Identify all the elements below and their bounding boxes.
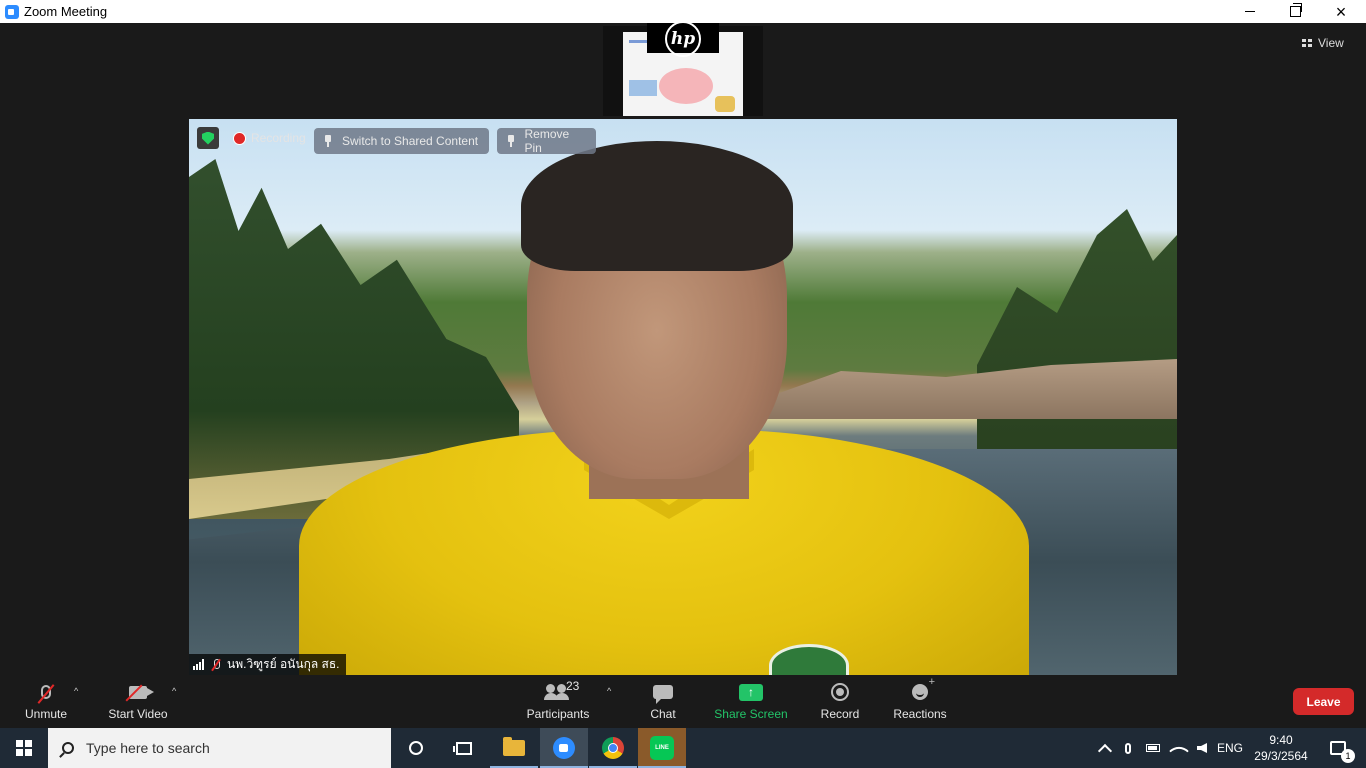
task-view-icon bbox=[453, 741, 472, 755]
recording-indicator: Recording bbox=[233, 131, 306, 145]
start-button[interactable] bbox=[0, 728, 48, 768]
minimize-button[interactable] bbox=[1227, 0, 1273, 23]
cartoon-figure-graphic bbox=[715, 96, 735, 112]
cortana-circle-icon bbox=[409, 741, 423, 755]
taskbar-search-box[interactable]: Type here to search bbox=[48, 728, 391, 768]
notification-icon: 1 bbox=[1330, 741, 1355, 763]
recording-label: Recording bbox=[251, 131, 306, 145]
minimize-icon bbox=[1245, 11, 1255, 12]
share-screen-button[interactable]: ↑ Share Screen bbox=[713, 678, 789, 728]
task-view-button[interactable] bbox=[440, 728, 488, 768]
hp-logo: hp bbox=[665, 21, 701, 57]
line-app-icon: LINE bbox=[650, 736, 674, 760]
record-button[interactable]: Record bbox=[818, 678, 862, 728]
cortana-button[interactable] bbox=[392, 728, 440, 768]
grid-view-icon bbox=[1302, 38, 1312, 48]
search-icon bbox=[62, 742, 74, 754]
clock-date: 29/3/2564 bbox=[1254, 749, 1308, 763]
action-center-button[interactable]: 1 bbox=[1318, 728, 1358, 768]
recording-dot-icon bbox=[233, 131, 246, 145]
hp-logo-overlay: hp bbox=[647, 21, 719, 57]
pin-icon bbox=[324, 135, 332, 147]
view-button[interactable]: View bbox=[1302, 33, 1358, 53]
leave-button[interactable]: Leave bbox=[1293, 688, 1354, 715]
speech-bubble-graphic bbox=[659, 68, 713, 104]
chat-button[interactable]: Chat bbox=[643, 678, 683, 728]
view-label: View bbox=[1318, 36, 1344, 50]
signal-strength-icon bbox=[193, 659, 205, 670]
pin-icon bbox=[507, 135, 515, 147]
line-taskbar-button[interactable]: LINE bbox=[638, 728, 686, 768]
system-clock[interactable]: 9:40 29/3/2564 bbox=[1250, 728, 1312, 768]
microphone-tray-icon[interactable] bbox=[1118, 728, 1138, 768]
remove-pin-button[interactable]: Remove Pin bbox=[497, 127, 596, 155]
close-icon: × bbox=[1335, 1, 1347, 22]
start-video-button[interactable]: Start Video bbox=[106, 678, 170, 728]
restore-icon bbox=[1289, 3, 1302, 17]
volume-muted-tray-icon[interactable] bbox=[1192, 728, 1212, 768]
folder-icon bbox=[503, 737, 525, 756]
chrome-taskbar-button[interactable] bbox=[589, 728, 637, 768]
chevron-up-icon bbox=[1097, 743, 1113, 758]
participant-name-tag: นพ.วิฑูรย์ อนันกุล สธ. bbox=[189, 654, 346, 675]
title-bar: Zoom Meeting × bbox=[0, 0, 1366, 23]
window-title: Zoom Meeting bbox=[24, 4, 108, 19]
chrome-icon bbox=[602, 737, 624, 759]
zoom-taskbar-button[interactable] bbox=[540, 728, 588, 768]
clock-time: 9:40 bbox=[1269, 733, 1293, 747]
meeting-toolbar: Unmute ^ Start Video ^ 23 Participants ^… bbox=[0, 676, 1366, 728]
search-placeholder: Type here to search bbox=[86, 740, 210, 756]
restore-button[interactable] bbox=[1272, 0, 1318, 23]
record-icon bbox=[831, 683, 849, 701]
input-language-indicator[interactable]: ENG bbox=[1214, 728, 1246, 768]
windows-logo-icon bbox=[16, 740, 32, 756]
zoom-icon bbox=[553, 737, 575, 759]
video-off-icon bbox=[129, 685, 154, 699]
participant-name: นพ.วิฑูรย์ อนันกุล สธ. bbox=[227, 657, 340, 671]
reactions-smiley-icon bbox=[912, 676, 935, 700]
participants-count: 23 bbox=[566, 679, 580, 693]
reactions-button[interactable]: Reactions bbox=[892, 676, 948, 728]
muted-mic-icon bbox=[211, 658, 221, 671]
windows-taskbar: Type here to search LINE ENG 9:40 29/3/2… bbox=[0, 728, 1366, 768]
zoom-app-icon bbox=[5, 4, 19, 19]
meeting-area: View hp Recording Switch to Shared Conte… bbox=[0, 21, 1366, 678]
video-options-caret[interactable]: ^ bbox=[172, 686, 180, 696]
notification-count-badge: 1 bbox=[1341, 749, 1355, 763]
switch-to-shared-content-button[interactable]: Switch to Shared Content bbox=[314, 128, 489, 154]
battery-tray-icon[interactable] bbox=[1142, 728, 1164, 768]
close-button[interactable]: × bbox=[1318, 0, 1364, 23]
unmute-button[interactable]: Unmute bbox=[19, 678, 73, 728]
active-speaker-video: Recording Switch to Shared Content Remov… bbox=[189, 119, 1177, 675]
participants-button[interactable]: 23 Participants bbox=[524, 678, 592, 728]
file-explorer-button[interactable] bbox=[490, 728, 538, 768]
chat-icon bbox=[653, 685, 673, 704]
wifi-tray-icon[interactable] bbox=[1168, 728, 1190, 768]
encryption-shield-icon[interactable] bbox=[197, 127, 219, 149]
participants-options-caret[interactable]: ^ bbox=[607, 686, 615, 696]
muted-microphone-icon bbox=[41, 685, 51, 699]
share-screen-icon: ↑ bbox=[739, 683, 763, 701]
show-hidden-icons-button[interactable] bbox=[1094, 728, 1116, 768]
audio-options-caret[interactable]: ^ bbox=[74, 686, 82, 696]
